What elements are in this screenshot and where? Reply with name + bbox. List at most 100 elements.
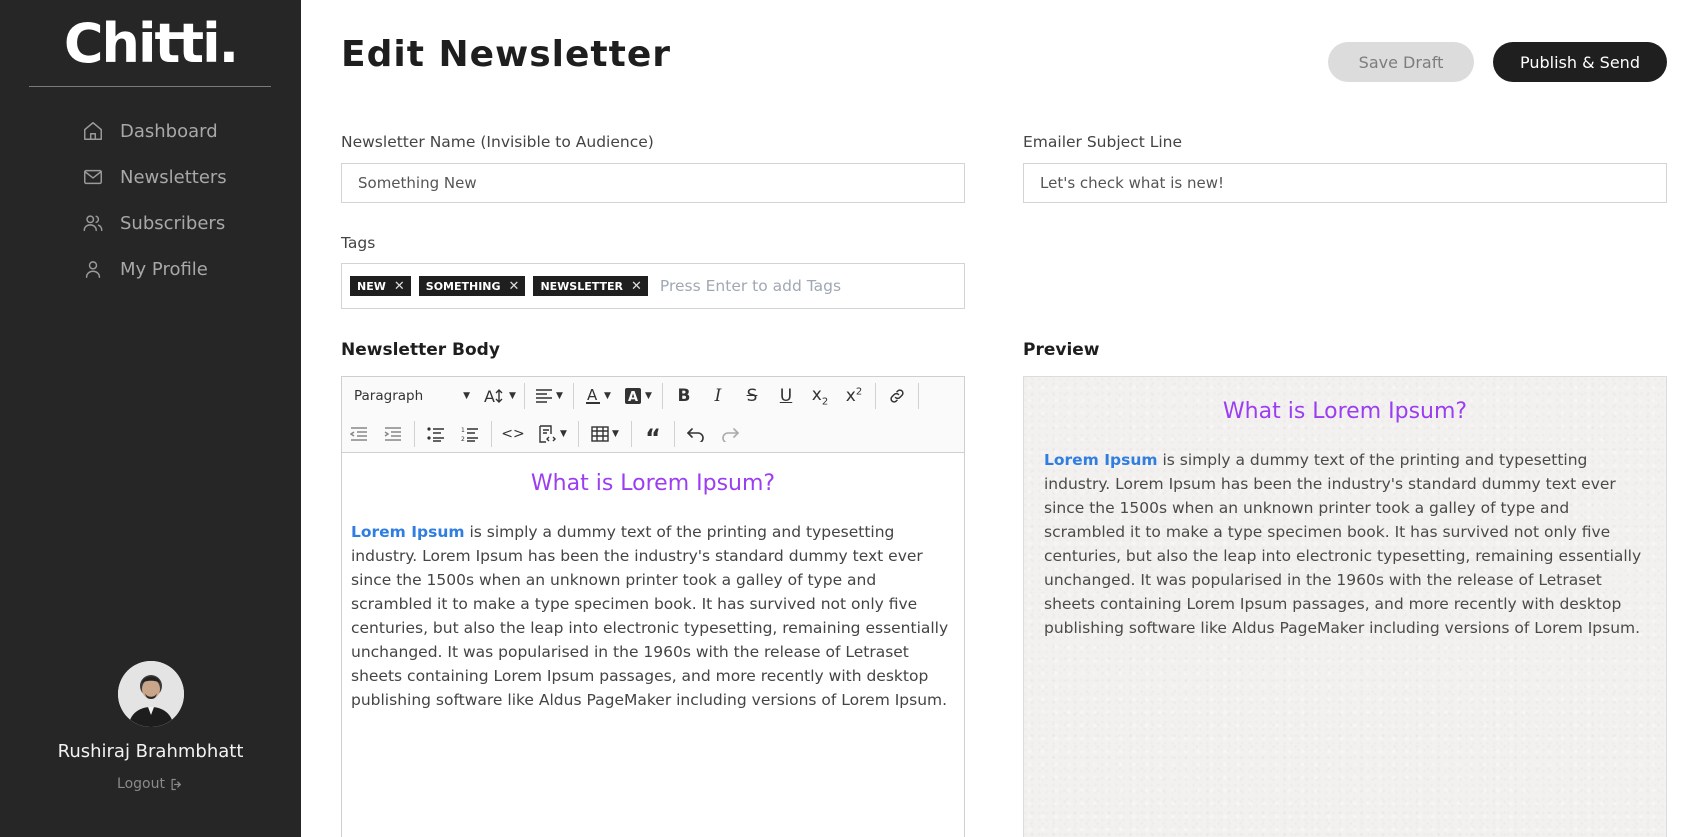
save-draft-button[interactable]: Save Draft xyxy=(1328,42,1474,82)
toolbar-separator xyxy=(875,383,876,409)
preview-highlighted-text: Lorem Ipsum xyxy=(1044,451,1158,469)
numbered-list-button[interactable]: 12 xyxy=(453,419,487,449)
newsletter-name-label: Newsletter Name (Invisible to Audience) xyxy=(341,133,654,151)
chevron-down-icon: ▼ xyxy=(560,429,567,439)
align-button[interactable]: ▼ xyxy=(529,381,569,411)
tags-placeholder[interactable]: Press Enter to add Tags xyxy=(660,277,841,295)
svg-text:A: A xyxy=(628,390,638,405)
sidebar-item-my-profile[interactable]: My Profile xyxy=(82,246,227,292)
chevron-down-icon: ▼ xyxy=(463,391,470,401)
home-icon xyxy=(84,122,102,140)
undo-button[interactable] xyxy=(679,419,713,449)
tag-label: NEWSLETTER xyxy=(540,279,623,293)
italic-button[interactable]: I xyxy=(701,381,735,411)
app-logo[interactable]: Chitti. xyxy=(0,12,301,75)
tag-chip[interactable]: SOMETHING ✕ xyxy=(418,276,526,296)
sidebar-item-newsletters[interactable]: Newsletters xyxy=(82,154,227,200)
content-paragraph: Lorem Ipsum is simply a dummy text of th… xyxy=(351,520,955,712)
toolbar-separator xyxy=(674,421,675,447)
background-color-icon: A xyxy=(625,388,642,405)
toolbar-separator xyxy=(573,383,574,409)
logout-link[interactable]: Logout xyxy=(117,776,184,792)
font-color-button[interactable]: A ▼ xyxy=(578,381,618,411)
align-left-icon xyxy=(536,389,553,403)
sidebar-item-label: Newsletters xyxy=(120,166,227,188)
highlighted-text: Lorem Ipsum xyxy=(351,523,465,541)
toolbar-separator xyxy=(491,421,492,447)
indent-button[interactable] xyxy=(376,419,410,449)
close-icon[interactable]: ✕ xyxy=(394,279,405,294)
users-icon xyxy=(83,215,103,232)
table-button[interactable]: ▼ xyxy=(583,419,627,449)
sidebar: Chitti. Dashboard Newsletters Subscriber… xyxy=(0,0,301,837)
content-heading: What is Lorem Ipsum? xyxy=(530,471,776,496)
link-button[interactable] xyxy=(880,381,914,411)
tag-chip[interactable]: NEWSLETTER ✕ xyxy=(533,276,648,296)
avatar[interactable] xyxy=(117,661,184,727)
outdent-button[interactable] xyxy=(342,419,376,449)
toolbar-separator xyxy=(524,383,525,409)
tags-label: Tags xyxy=(341,234,376,252)
strikethrough-icon: S xyxy=(746,386,758,406)
logout-icon xyxy=(171,778,181,790)
toolbar-separator xyxy=(918,383,919,409)
background-color-button[interactable]: A ▼ xyxy=(618,381,658,411)
paragraph-text: is simply a dummy text of the printing a… xyxy=(351,523,949,709)
source-icon xyxy=(539,425,557,443)
newsletter-preview: What is Lorem Ipsum? Lorem Ipsum is simp… xyxy=(1023,376,1667,837)
main-content: Edit Newsletter Save Draft Publish & Sen… xyxy=(301,0,1707,837)
italic-icon: I xyxy=(714,386,722,406)
sidebar-item-label: My Profile xyxy=(120,258,208,280)
editor-content[interactable]: What is Lorem Ipsum? Lorem Ipsum is simp… xyxy=(342,453,964,728)
user-name: Rushiraj Brahmbhatt xyxy=(57,741,244,762)
sidebar-item-dashboard[interactable]: Dashboard xyxy=(82,108,227,154)
newsletter-name-input[interactable]: Something New xyxy=(341,163,965,203)
logout-label: Logout xyxy=(117,776,165,792)
underline-button[interactable]: U xyxy=(769,381,803,411)
app-root: Chitti. Dashboard Newsletters Subscriber… xyxy=(0,0,1707,837)
preview-heading: What is Lorem Ipsum? xyxy=(1222,399,1468,424)
sidebar-divider xyxy=(29,86,271,87)
tags-input[interactable]: NEW ✕ SOMETHING ✕ NEWSLETTER ✕ Press Enter … xyxy=(341,263,965,309)
toolbar-separator xyxy=(631,421,632,447)
quote-icon: “ xyxy=(645,424,661,452)
rich-text-editor: Paragraph▼ A▼ ▼ A▼ A▼ B I S U x2 x2 xyxy=(341,376,965,837)
undo-icon xyxy=(687,428,704,442)
publish-send-button[interactable]: Publish & Send xyxy=(1493,42,1667,82)
chevron-down-icon: ▼ xyxy=(604,391,611,401)
subscript-button[interactable]: x2 xyxy=(803,381,837,411)
page-title: Edit Newsletter xyxy=(341,34,672,75)
paragraph-select-value: Paragraph xyxy=(354,388,424,404)
superscript-button[interactable]: x2 xyxy=(837,381,871,411)
strikethrough-button[interactable]: S xyxy=(735,381,769,411)
outdent-icon xyxy=(350,427,367,441)
bulleted-list-button[interactable] xyxy=(419,419,453,449)
newsletter-body-label: Newsletter Body xyxy=(341,340,500,360)
paragraph-select[interactable]: Paragraph ▼ xyxy=(342,381,480,411)
preview-paragraph: Lorem Ipsum is simply a dummy text of th… xyxy=(1044,448,1646,640)
bulleted-list-icon xyxy=(427,427,444,442)
bold-button[interactable]: B xyxy=(667,381,701,411)
redo-button[interactable] xyxy=(713,419,747,449)
toolbar-row: 12 <> ▼ ▼ “ xyxy=(342,415,747,453)
tag-chip[interactable]: NEW ✕ xyxy=(350,276,411,296)
close-icon[interactable]: ✕ xyxy=(509,279,520,294)
subject-line-label: Emailer Subject Line xyxy=(1023,133,1183,151)
table-icon xyxy=(591,426,609,442)
sidebar-item-subscribers[interactable]: Subscribers xyxy=(82,200,227,246)
numbered-list-icon: 12 xyxy=(461,427,478,442)
close-icon[interactable]: ✕ xyxy=(631,279,642,294)
superscript-icon: x2 xyxy=(845,386,863,406)
svg-text:A: A xyxy=(587,387,598,404)
font-size-button[interactable]: A ▼ xyxy=(480,381,520,411)
svg-text:1: 1 xyxy=(461,427,465,434)
code-button[interactable]: <> xyxy=(496,419,530,449)
font-size-icon: A xyxy=(484,387,503,405)
sidebar-nav: Dashboard Newsletters Subscribers My Pro… xyxy=(82,108,227,292)
source-button[interactable]: ▼ xyxy=(530,419,574,449)
toolbar-separator xyxy=(414,421,415,447)
avatar-image xyxy=(117,661,184,727)
blockquote-button[interactable]: “ xyxy=(636,419,670,452)
tag-label: SOMETHING xyxy=(425,279,501,293)
subject-line-input[interactable]: Let's check what is new! xyxy=(1023,163,1667,203)
